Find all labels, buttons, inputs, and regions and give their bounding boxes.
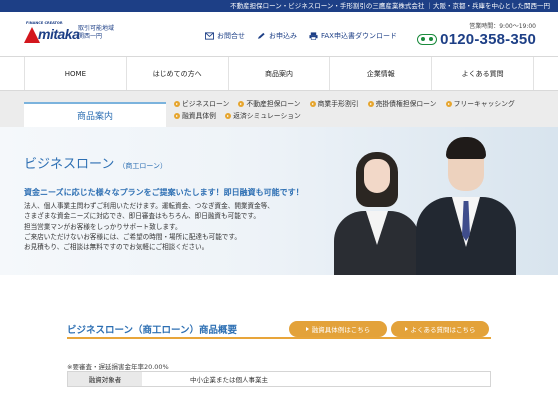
hero-title: ビジネスローン （商工ローン） <box>24 153 167 172</box>
company-logo[interactable]: FINANCE CREATOR mitaka 取引可能地域 関西一円 <box>24 21 114 45</box>
businessman-hair <box>446 137 486 159</box>
subnav-link-label: 返済シミュレーション <box>233 112 301 120</box>
service-area-value: 関西一円 <box>78 33 103 40</box>
arrow-bullet-icon <box>225 113 232 119</box>
subnav-link-label: ビジネスローン <box>182 100 230 108</box>
arrow-bullet-icon <box>367 101 374 107</box>
product-subnav: 商品案内 ビジネスローン 不動産担保ローン 商業手形割引 売掛債権担保ローン フ… <box>0 91 558 127</box>
header-links: お問合せ お申込み FAX申込書ダウンロード <box>205 31 397 41</box>
subnav-receivables-loan[interactable]: 売掛債権担保ローン <box>367 98 437 110</box>
subnav-current-tab[interactable]: 商品案内 <box>24 102 166 127</box>
phone-row[interactable]: 0120-358-350 <box>417 31 536 48</box>
mail-icon <box>205 32 214 40</box>
logo-wordmark: mitaka <box>38 26 80 42</box>
hero-title-main: ビジネスローン <box>24 157 115 172</box>
apply-link[interactable]: お申込み <box>257 31 297 41</box>
subnav-link-label: 商業手形割引 <box>317 100 359 108</box>
site-header: FINANCE CREATOR mitaka 取引可能地域 関西一円 お問合せ … <box>0 12 558 56</box>
arrow-right-icon <box>404 327 408 331</box>
table-header-cell: 融資対象者 <box>68 372 142 386</box>
nav-company[interactable]: 企業情報 <box>329 57 431 90</box>
section-title: ビジネスローン（商工ローン）商品概要 <box>67 325 238 336</box>
subnav-real-estate-loan[interactable]: 不動産担保ローン <box>238 98 300 110</box>
arrow-bullet-icon <box>174 113 180 119</box>
businesswoman-face <box>364 159 390 193</box>
arrow-bullet-icon <box>445 101 452 107</box>
hero-line: さまざまな資金ニーズに対応でき、即日審査はもちろん、即日融資も可能です。 <box>24 212 260 221</box>
hero-line: お見積もり、ご相談は無料ですのでお気軽にご相談ください。 <box>24 243 209 252</box>
arrow-bullet-icon <box>174 101 180 107</box>
phone-block: 営業時間：9:00〜19:00 0120-358-350 <box>417 21 536 48</box>
arrow-bullet-icon <box>238 101 245 107</box>
subnav-bill-discount[interactable]: 商業手形割引 <box>309 98 359 110</box>
faq-button[interactable]: よくある質問はこちら <box>391 321 489 337</box>
section-underline <box>67 337 491 339</box>
subnav-loan-examples[interactable]: 融資具体例 <box>174 110 216 122</box>
contact-label: お問合せ <box>217 32 245 40</box>
subnav-link-label: 不動産担保ローン <box>246 100 301 108</box>
nav-beginners[interactable]: はじめての方へ <box>125 57 228 90</box>
apply-label: お申込み <box>269 32 297 40</box>
subnav-repayment-sim[interactable]: 返済シミュレーション <box>225 110 301 122</box>
subnav-link-label: 融資具体例 <box>182 112 216 120</box>
business-hours: 営業時間：9:00〜19:00 <box>469 23 536 30</box>
hero-banner: ビジネスローン （商工ローン） 資金ニーズに応じた様々なプランをご提案いたします！… <box>0 127 558 275</box>
arrow-right-icon <box>305 327 309 331</box>
main-navigation: HOME はじめての方へ 商品案内 企業情報 よくある質問 <box>0 56 558 91</box>
fax-download-label: FAX申込書ダウンロード <box>321 32 397 40</box>
hero-line: 担当営業マンがお客様をしっかりサポート致します。 <box>24 222 182 231</box>
fax-download-link[interactable]: FAX申込書ダウンロード <box>309 31 397 41</box>
arrow-bullet-icon <box>309 101 316 107</box>
loan-examples-label: 融資具体例はこちら <box>311 326 371 334</box>
hero-line: 法人、個人事業主問わずご利用いただけます。運転資金、つなぎ資金、開業資金等、 <box>24 202 274 210</box>
nav-faq[interactable]: よくある質問 <box>431 57 534 90</box>
logo-mark: FINANCE CREATOR mitaka <box>24 21 80 45</box>
subnav-link-label: 売掛債権担保ローン <box>375 100 437 108</box>
logo-subtitle: FINANCE CREATOR <box>26 21 63 25</box>
service-area-label: 取引可能地域 <box>78 25 115 32</box>
loan-examples-button[interactable]: 融資具体例はこちら <box>289 321 387 337</box>
product-overview-section: ビジネスローン（商工ローン）商品概要 融資具体例はこちら よくある質問はこちら … <box>0 275 558 400</box>
subnav-link-label: フリーキャッシング <box>453 100 515 108</box>
pen-icon <box>257 32 265 39</box>
contact-link[interactable]: お問合せ <box>205 31 245 41</box>
phone-number[interactable]: 0120-358-350 <box>440 31 536 48</box>
screening-note: ※要審査・遅延損害金年率20.00% <box>67 363 169 371</box>
hero-tagline: 資金ニーズに応じた様々なプランをご提案いたします！即日融資も可能です！ <box>24 188 304 197</box>
top-info-bar: 不動産担保ローン・ビジネスローン・手形割引の三鷹産業株式会社 ｜大阪・京都・兵庫… <box>0 0 558 12</box>
nav-home[interactable]: HOME <box>24 57 126 90</box>
subnav-links: ビジネスローン 不動産担保ローン 商業手形割引 売掛債権担保ローン フリーキャッ… <box>174 98 544 122</box>
freedial-icon <box>417 34 438 45</box>
hero-line: ご来店いただけないお客様には、ご希望の時間・場所に配達も可能です。 <box>24 232 241 241</box>
faq-label: よくある質問はこちら <box>410 326 476 334</box>
nav-products[interactable]: 商品案内 <box>227 57 330 90</box>
hero-title-sub: （商工ローン） <box>118 162 168 170</box>
subnav-free-cashing[interactable]: フリーキャッシング <box>445 98 515 110</box>
service-area: 取引可能地域 関西一円 <box>78 25 114 41</box>
hero-description: 法人、個人事業主問わずご利用いただけます。運転資金、つなぎ資金、開業資金等、 さ… <box>24 201 324 252</box>
subnav-business-loan[interactable]: ビジネスローン <box>174 98 229 110</box>
table-row: 融資対象者 中小企業または個人事業主 <box>67 371 491 387</box>
printer-icon <box>309 32 318 40</box>
table-value-cell: 中小企業または個人事業主 <box>190 376 268 384</box>
